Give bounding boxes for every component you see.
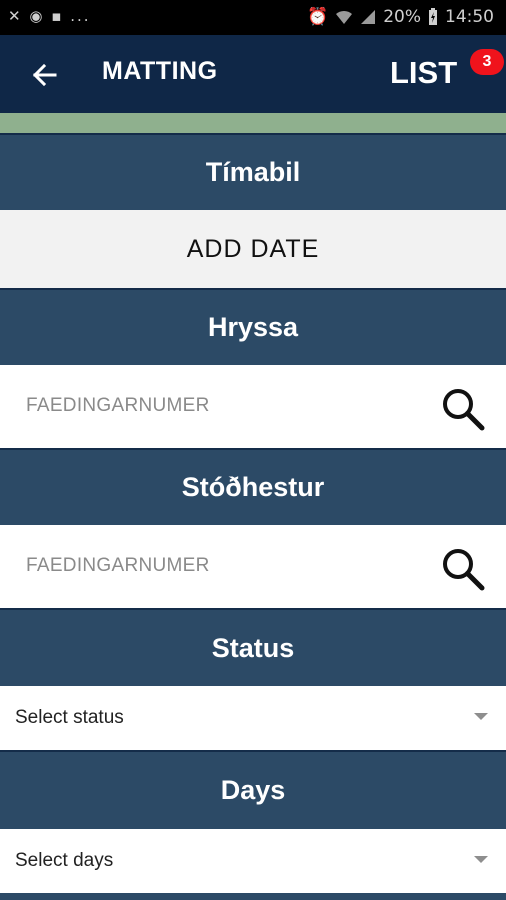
search-icon[interactable] (440, 386, 486, 432)
sd-icon: ▪ (51, 7, 64, 25)
chevron-down-icon[interactable] (474, 713, 488, 720)
list-badge: 3 (470, 49, 504, 75)
search-icon[interactable] (440, 546, 486, 592)
hryssa-search-input[interactable]: FAEDINGARNUMER (26, 395, 210, 417)
section-header-status: Status (0, 608, 506, 686)
circle-icon: ◉ (29, 7, 45, 25)
wifi-icon (336, 10, 353, 24)
stodhestur-search-input[interactable]: FAEDINGARNUMER (26, 555, 210, 577)
section-header-hryssa: Hryssa (0, 288, 506, 365)
section-title: Hryssa (207, 312, 299, 342)
hryssa-search-field[interactable]: FAEDINGARNUMER (0, 365, 506, 448)
status-ellipsis: ... (70, 7, 91, 25)
section-header-days: Days (0, 750, 506, 829)
map-strip (0, 113, 506, 133)
page-title: MATTING (102, 57, 218, 85)
section-header-timabil: Tímabil (0, 133, 506, 210)
section-title: Stóðhestur (181, 472, 325, 502)
back-arrow-icon[interactable] (30, 60, 60, 90)
close-notification-icon: ✕ (8, 7, 23, 25)
status-select-value[interactable]: Select status (15, 707, 124, 729)
list-button[interactable]: LIST (390, 55, 457, 91)
app-bar: MATTING LIST 3 (0, 35, 506, 113)
section-title: Tímabil (205, 157, 301, 187)
battery-charging-icon (429, 8, 437, 25)
days-select[interactable]: Select days (0, 829, 506, 893)
section-title: Status (211, 633, 295, 663)
clock: 14:50 (445, 7, 494, 27)
battery-percent: 20% (383, 7, 421, 27)
status-bar: ✕ ◉ ▪ ... ⏰ 20% 14:50 (0, 0, 506, 35)
status-select[interactable]: Select status (0, 686, 506, 750)
chevron-down-icon[interactable] (474, 856, 488, 863)
days-select-value[interactable]: Select days (15, 850, 113, 872)
section-title: Days (220, 775, 286, 805)
stodhestur-search-field[interactable]: FAEDINGARNUMER (0, 525, 506, 608)
alarm-icon: ⏰ (307, 7, 329, 27)
add-date-button[interactable]: ADD DATE (0, 210, 506, 288)
status-right-area: ⏰ 20% 14:50 (307, 7, 494, 27)
status-left-icons: ✕ ◉ ▪ ... (8, 7, 91, 25)
signal-icon (361, 10, 376, 24)
section-header-stodhestur: Stóðhestur (0, 448, 506, 525)
